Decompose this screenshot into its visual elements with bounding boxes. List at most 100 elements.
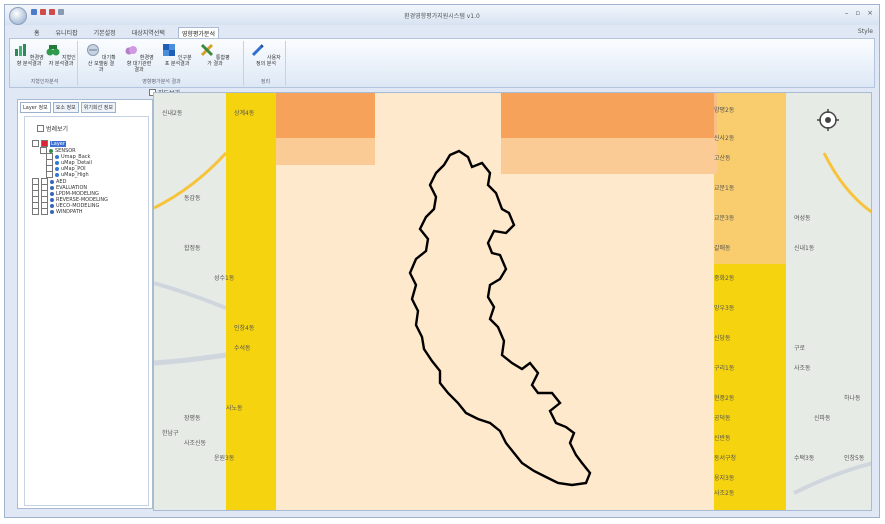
grid-cell — [330, 156, 339, 165]
grid-cell — [294, 102, 303, 111]
grid-cell — [573, 93, 582, 102]
dispersion-button[interactable]: 대기확산 모델링 결과 — [86, 43, 116, 73]
grid-cell — [519, 165, 528, 174]
grid-cell — [573, 120, 582, 129]
grid-cell — [741, 246, 750, 255]
expand-icon[interactable] — [32, 208, 39, 215]
grid-cell — [741, 93, 750, 102]
grid-cell — [357, 93, 366, 102]
tab-risk-info[interactable]: 위기회선 정보 — [80, 102, 116, 113]
map-place-label: 양평2동 — [714, 107, 735, 114]
grid-cell — [618, 120, 627, 129]
grid-cell — [303, 93, 312, 102]
grid-cell — [528, 120, 537, 129]
env-impact-button[interactable]: 환경영향 분석결과 — [14, 43, 44, 67]
layer-checkbox[interactable] — [46, 171, 53, 178]
grid-cell — [777, 246, 786, 255]
grid-cell — [357, 156, 366, 165]
grid-cell — [330, 147, 339, 156]
grid-cell — [510, 156, 519, 165]
legend-toggle[interactable]: 범례보기 — [37, 124, 68, 133]
map-place-label: 동감동 — [184, 195, 201, 202]
grid-cell — [537, 156, 546, 165]
grid-cell — [768, 165, 777, 174]
grid-cell — [681, 102, 690, 111]
grid-cell — [330, 120, 339, 129]
grid-cell — [654, 120, 663, 129]
map-place-label: 수석동 — [234, 345, 251, 352]
grid-cell — [348, 138, 357, 147]
grid-cell — [510, 120, 519, 129]
custom-analysis-button[interactable]: 사용자 정의 분석 — [251, 43, 281, 67]
folder-icon — [50, 197, 54, 202]
grid-cell — [294, 129, 303, 138]
map-place-label: 성수1동 — [214, 275, 235, 282]
grid-cell — [564, 111, 573, 120]
air-impact-button[interactable]: 환경영향 대기관련 결과 — [124, 43, 154, 73]
tab-layer-info[interactable]: Layer 정보 — [20, 102, 51, 113]
grid-cell — [510, 102, 519, 111]
close-button[interactable]: × — [867, 9, 873, 17]
grid-cell — [582, 111, 591, 120]
grid-cell — [321, 102, 330, 111]
map-canvas[interactable]: 신내2동 상계4동 양평2동 신사2동 고산동 교문1동 교문3동 갈매동 여성동 신내1동 중화2… — [153, 92, 872, 511]
grid-cell — [732, 93, 741, 102]
expand-icon[interactable] — [32, 140, 39, 147]
compass-nav-icon[interactable] — [817, 109, 839, 131]
map-place-label: 사조2동 — [714, 490, 735, 497]
grid-cell — [591, 129, 600, 138]
map-place-label: 구리1동 — [714, 365, 735, 372]
grid-cell — [690, 147, 699, 156]
population-button[interactable]: 인구분포 분석결과 — [162, 43, 192, 67]
grid-cell — [768, 228, 777, 237]
maximize-button[interactable]: ▫ — [855, 9, 860, 17]
grid-cell — [501, 138, 510, 147]
integrated-button[interactable]: 통합평가 결과 — [200, 43, 230, 67]
globe-icon — [55, 154, 59, 159]
grid-cell — [759, 246, 768, 255]
map-place-label: 사노동 — [226, 405, 243, 412]
grid-cell — [627, 111, 636, 120]
grid-cell — [645, 138, 654, 147]
grid-cell — [750, 93, 759, 102]
tab-element-info[interactable]: 요소 정보 — [52, 102, 79, 113]
grid-cell — [777, 219, 786, 228]
map-place-label: 신사2동 — [714, 135, 735, 142]
grid-cell — [750, 129, 759, 138]
group-checkbox[interactable] — [41, 208, 48, 215]
grid-cell — [714, 120, 723, 129]
grid-cell — [636, 165, 645, 174]
map-place-label: 신파동 — [814, 415, 831, 422]
minimize-button[interactable]: – — [845, 9, 849, 17]
grid-cell — [555, 111, 564, 120]
grid-cell — [510, 93, 519, 102]
grid-cell — [339, 120, 348, 129]
grid-cell — [330, 93, 339, 102]
folder-icon — [50, 179, 54, 184]
grid-cell — [732, 201, 741, 210]
grid-cell — [582, 102, 591, 111]
tree-group-windpath[interactable]: WINDPATH — [32, 208, 83, 215]
concentration-grid — [226, 93, 786, 510]
grid-cell — [519, 93, 528, 102]
grid-cell — [537, 111, 546, 120]
grid-cell — [285, 129, 294, 138]
root-checkbox[interactable] — [41, 140, 48, 147]
map-place-label: 하나동 — [844, 395, 861, 402]
grid-cell — [750, 138, 759, 147]
style-menu[interactable]: Style — [858, 28, 873, 35]
legend-checkbox[interactable] — [37, 125, 44, 132]
grid-cell — [750, 228, 759, 237]
tree-root[interactable]: Layer — [32, 140, 66, 147]
grid-cell — [732, 165, 741, 174]
grid-cell — [348, 156, 357, 165]
grid-cell — [348, 93, 357, 102]
grid-cell — [741, 192, 750, 201]
grid-cell — [645, 129, 654, 138]
terrain-button[interactable]: 지형인자 분석결과 — [46, 43, 76, 67]
grid-cell — [690, 156, 699, 165]
grid-cell — [600, 102, 609, 111]
grid-cell — [777, 174, 786, 183]
tree-item-umap-high[interactable]: uMap_High — [46, 171, 89, 178]
grid-cell — [366, 93, 375, 102]
